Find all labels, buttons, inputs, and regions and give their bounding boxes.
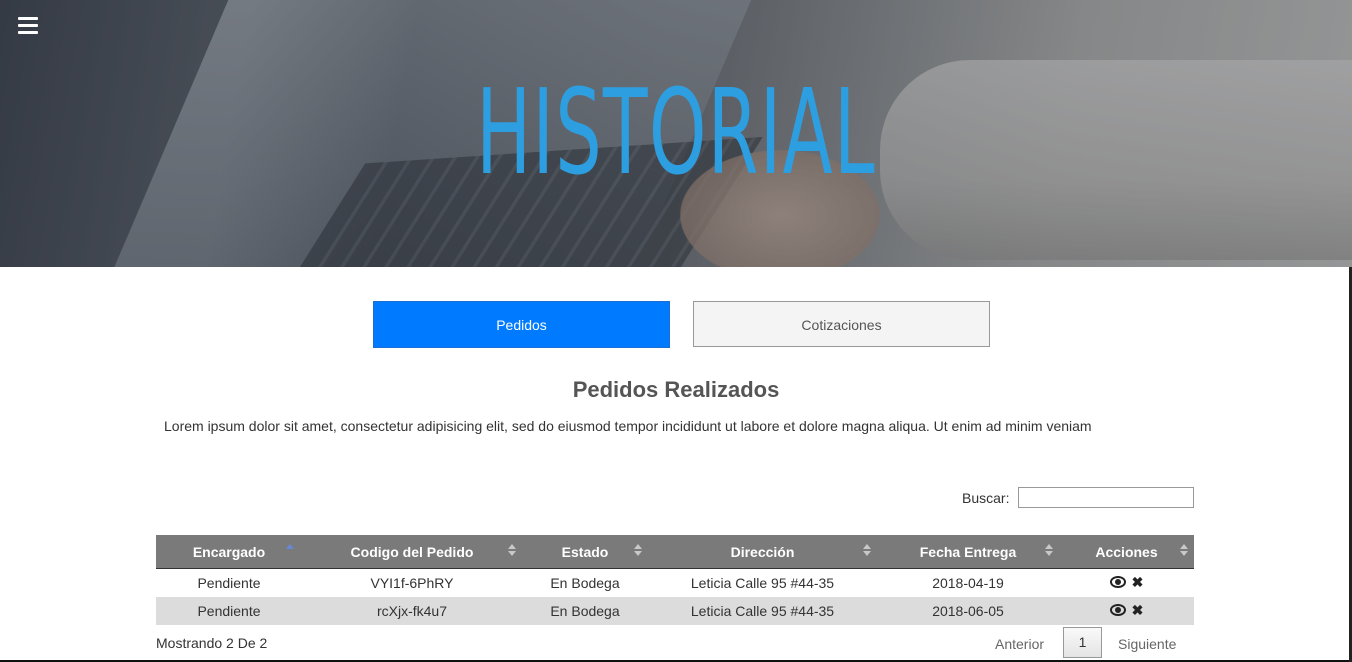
- pagination-next-button[interactable]: Siguiente: [1118, 636, 1176, 652]
- page-title: HISTORIAL: [476, 63, 876, 201]
- column-header-acciones[interactable]: Acciones: [1059, 535, 1194, 569]
- cell-fecha: 2018-04-19: [932, 575, 1004, 591]
- table-row: Pendiente rcXjx-fk4u7 En Bodega Leticia …: [156, 597, 1194, 625]
- sort-asc-icon: [286, 544, 294, 558]
- hamburger-menu-icon[interactable]: [18, 17, 38, 34]
- pagination-page-1[interactable]: 1: [1063, 627, 1102, 658]
- cell-direccion: Leticia Calle 95 #44-35: [690, 575, 835, 591]
- cell-acciones: ✖: [1059, 597, 1194, 625]
- sort-icon: [863, 544, 871, 558]
- table-row: Pendiente VYI1f-6PhRY En Bodega Leticia …: [156, 569, 1194, 598]
- orders-table: Encargado Codigo del Pedido Estado Direc…: [156, 535, 1194, 625]
- column-header-estado[interactable]: Estado: [522, 535, 648, 569]
- cell-codigo: rcXjx-fk4u7: [302, 597, 522, 625]
- cell-estado: En Bodega: [522, 597, 648, 625]
- cell-encargado: Pendiente: [197, 575, 261, 591]
- tab-cotizaciones[interactable]: Cotizaciones: [693, 301, 990, 347]
- section-title: Pedidos Realizados: [572, 377, 780, 402]
- column-header-encargado[interactable]: Encargado: [156, 535, 302, 569]
- sort-icon: [1045, 544, 1053, 558]
- section-description: Lorem ipsum dolor sit amet, consectetur …: [164, 418, 1092, 434]
- cell-acciones: ✖: [1059, 569, 1194, 598]
- sort-icon: [508, 544, 516, 558]
- eye-icon[interactable]: [1109, 576, 1126, 588]
- close-icon[interactable]: ✖: [1132, 575, 1144, 589]
- search-input[interactable]: [1018, 487, 1194, 508]
- table-header-row: Encargado Codigo del Pedido Estado Direc…: [156, 535, 1194, 569]
- cell-estado: En Bodega: [550, 575, 620, 591]
- hero-banner: HISTORIAL: [0, 0, 1352, 267]
- cell-encargado: Pendiente: [156, 597, 302, 625]
- column-header-fecha[interactable]: Fecha Entrega: [877, 535, 1059, 569]
- table-info: Mostrando 2 De 2: [156, 635, 268, 651]
- eye-icon[interactable]: [1109, 604, 1126, 616]
- cell-fecha: 2018-06-05: [877, 597, 1059, 625]
- cell-direccion: Leticia Calle 95 #44-35: [648, 597, 877, 625]
- column-header-codigo[interactable]: Codigo del Pedido: [302, 535, 522, 569]
- close-icon[interactable]: ✖: [1132, 603, 1144, 617]
- tab-pedidos[interactable]: Pedidos: [373, 301, 670, 348]
- pagination-previous-button[interactable]: Anterior: [995, 636, 1044, 652]
- sort-icon: [1180, 544, 1188, 558]
- column-header-direccion[interactable]: Dirección: [648, 535, 877, 569]
- sort-icon: [634, 544, 642, 558]
- cell-codigo: VYI1f-6PhRY: [370, 575, 454, 591]
- tab-bar: Pedidos Cotizaciones: [373, 301, 991, 348]
- search-label: Buscar:: [962, 490, 1010, 506]
